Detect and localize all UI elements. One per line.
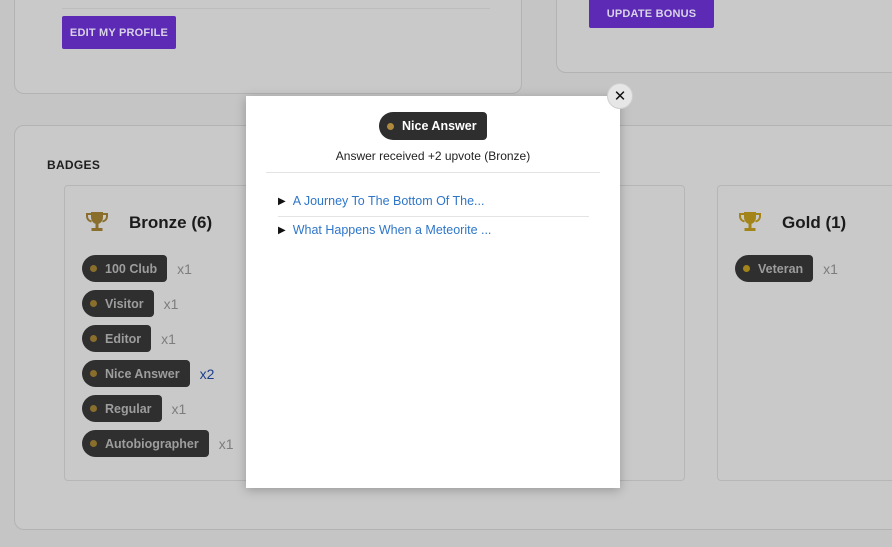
badge-label: Visitor <box>105 296 144 311</box>
badge-pill[interactable]: Veteran <box>735 255 814 282</box>
bronze-tier-title: Bronze (6) <box>129 213 213 232</box>
gold-trophy-icon <box>739 212 761 231</box>
badge-pill[interactable]: Nice Answer <box>82 360 190 387</box>
modal-badge-pill: Nice Answer <box>379 112 487 140</box>
badge-pill[interactable]: Editor <box>82 325 152 352</box>
bronze-dot-icon <box>387 122 394 130</box>
badge-label: Regular <box>105 401 152 416</box>
bronze-dot-icon <box>90 370 97 377</box>
question-link[interactable]: A Journey To The Bottom Of The... <box>293 194 485 208</box>
triangle-right-icon: ▶ <box>278 224 286 236</box>
badge-row[interactable]: Visitor x1 <box>82 290 178 317</box>
badge-pill[interactable]: Autobiographer <box>82 430 209 457</box>
bronze-dot-icon <box>90 405 97 412</box>
badge-detail-modal: Nice Answer Answer received +2 upvote (B… <box>246 96 620 488</box>
badge-label: Editor <box>105 331 142 346</box>
badges-section-title: BADGES <box>47 158 101 172</box>
profile-divider <box>62 8 490 9</box>
modal-close-button[interactable]: ✕ <box>607 83 633 109</box>
bronze-dot-icon <box>90 300 97 307</box>
badge-row[interactable]: 100 Club x1 <box>82 255 192 282</box>
modal-badge-label: Nice Answer <box>402 119 477 133</box>
badge-label: 100 Club <box>105 261 158 276</box>
badge-count: x1 <box>171 400 187 417</box>
badge-row[interactable]: Editor x1 <box>82 325 176 352</box>
badge-count: x1 <box>161 330 176 347</box>
badge-row[interactable]: Nice Answer x2 <box>82 360 214 387</box>
bronze-dot-icon <box>90 440 97 447</box>
close-icon: ✕ <box>613 88 627 105</box>
badge-count: x1 <box>218 435 234 452</box>
badge-row[interactable]: Regular x1 <box>82 395 186 422</box>
badge-row[interactable]: Autobiographer x1 <box>82 430 234 457</box>
triangle-right-icon: ▶ <box>278 195 286 207</box>
bronze-trophy-icon <box>86 212 108 231</box>
badge-row[interactable]: Veteran x1 <box>735 255 838 282</box>
gold-tier-title: Gold (1) <box>782 213 847 232</box>
badge-count: x1 <box>177 260 192 277</box>
badge-label: Veteran <box>758 261 804 276</box>
badge-pill[interactable]: Visitor <box>82 290 154 317</box>
edit-profile-button[interactable]: EDIT MY PROFILE <box>62 16 176 49</box>
badge-label: Nice Answer <box>105 366 180 381</box>
bronze-dot-icon <box>90 265 97 272</box>
modal-list-item[interactable]: ▶ A Journey To The Bottom Of The... <box>278 187 589 215</box>
gold-dot-icon <box>743 265 750 272</box>
bronze-dot-icon <box>90 335 97 342</box>
badge-label: Autobiographer <box>105 436 199 451</box>
badge-count-link[interactable]: x2 <box>200 366 215 382</box>
modal-divider <box>266 172 600 173</box>
question-link[interactable]: What Happens When a Meteorite ... <box>293 223 492 237</box>
update-bonus-button[interactable]: UPDATE BONUS <box>589 0 714 28</box>
modal-list-item[interactable]: ▶ What Happens When a Meteorite ... <box>278 216 589 244</box>
badge-pill[interactable]: 100 Club <box>82 255 168 282</box>
modal-description: Answer received +2 upvote (Bronze) <box>335 149 531 163</box>
badge-count: x1 <box>163 295 179 312</box>
badge-pill[interactable]: Regular <box>82 395 162 422</box>
badge-count: x1 <box>823 260 838 277</box>
